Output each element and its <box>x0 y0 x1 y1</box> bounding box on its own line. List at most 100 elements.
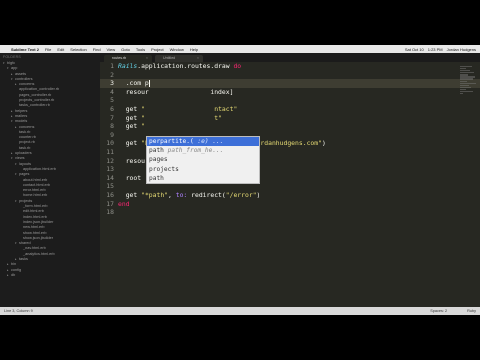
code-line[interactable]: resour index] <box>118 88 478 97</box>
line-number: 1 <box>110 62 114 70</box>
editor-tab[interactable]: Untitled × <box>155 55 203 62</box>
menu-item-edit[interactable]: Edit <box>54 47 67 52</box>
menu-item-tools[interactable]: Tools <box>133 47 148 52</box>
tree-label: assets <box>15 71 26 76</box>
completion-name: perpartite.( <box>149 138 194 145</box>
autocomplete-item[interactable]: projects <box>147 165 259 174</box>
code-line[interactable] <box>118 208 478 217</box>
tree-label: app <box>11 66 18 71</box>
tree-label: about.html.erb <box>23 177 48 182</box>
menu-item-selection[interactable]: Selection <box>67 47 89 52</box>
line-number: 18 <box>106 208 114 217</box>
code-token: resour <box>118 87 149 96</box>
code-token: get <box>118 190 142 199</box>
code-token: root <box>118 173 145 182</box>
letterbox-top <box>0 0 480 45</box>
code-line[interactable]: .com p <box>118 79 478 88</box>
line-number-gutter: 1 2 3 4 5 6 7 8 9 10 11 12 13 14 15 16 17 18 <box>100 62 114 307</box>
sidebar-folder[interactable]: ▸ db <box>0 273 100 278</box>
line-number: 8 <box>110 122 114 131</box>
tree-label: task.rb <box>19 145 31 150</box>
code-token: .application.routes.draw <box>137 62 234 70</box>
tree-label: task.rb <box>19 129 31 134</box>
tree-label: pages <box>19 172 30 177</box>
code-token: to: <box>175 190 188 199</box>
code-token: ) <box>256 190 261 199</box>
code-token: " <box>141 122 145 131</box>
minimap[interactable] <box>460 66 476 104</box>
code-token: t" <box>214 113 222 122</box>
tree-label: views <box>15 156 25 161</box>
autocomplete-item[interactable]: pages <box>147 155 259 164</box>
close-tab-icon[interactable]: × <box>197 55 199 62</box>
code-line[interactable]: get " <box>118 122 478 131</box>
tree-label: config <box>11 267 22 272</box>
menu-item-file[interactable]: File <box>42 47 54 52</box>
completion-name: path <box>149 174 164 182</box>
code-line[interactable]: get " t" <box>118 114 478 123</box>
tab-bar: routes.rb × Untitled × <box>100 53 480 62</box>
code-token: do <box>233 62 242 70</box>
autocomplete-item[interactable]: path <box>147 174 259 183</box>
tree-label: show.html.erb <box>23 230 47 235</box>
tree-label: index.html.erb <box>23 214 47 219</box>
line-number: 12 <box>106 156 114 165</box>
mac-menu-bar: Sublime Text 2 File Edit Selection Find View G… <box>0 45 480 53</box>
tree-label: concerns <box>19 124 35 129</box>
code-token: get <box>118 104 142 113</box>
code-token: get <box>118 113 142 122</box>
autocomplete-popup[interactable]: perpartite.( :e) ... path path_from_he..… <box>146 136 260 184</box>
indentation-setting[interactable]: Spaces: 2 <box>430 309 447 313</box>
code-line[interactable]: get "*path", to: redirect("/error") <box>118 191 478 200</box>
tree-label: bin <box>11 262 17 267</box>
close-tab-icon[interactable]: × <box>146 55 148 62</box>
menu-status-item[interactable]: Jordan Hudgens <box>447 47 476 52</box>
letterbox-bottom <box>0 315 480 360</box>
line-number: 7 <box>110 113 114 122</box>
tree-label: shared <box>19 241 31 246</box>
tree-label: application.html.erb <box>23 166 56 171</box>
editor-tab[interactable]: routes.rb × <box>104 55 152 62</box>
menu-bar-status: Sat Oct 10 1:23 PM Jordan Hudgens <box>405 47 480 52</box>
line-number: 13 <box>106 165 114 174</box>
completion-hint: path_from_he... <box>163 147 224 155</box>
code-editor[interactable]: 1 2 3 4 5 6 7 8 9 10 11 12 13 14 15 16 17 18 Rails.applic… <box>100 62 480 307</box>
tree-label: pages_controller.rb <box>19 92 52 97</box>
code-line[interactable] <box>118 96 478 105</box>
menu-item-sublime-text-2[interactable]: Sublime Text 2 <box>8 47 42 52</box>
tree-label: layouts <box>19 161 32 166</box>
code-line[interactable]: end <box>118 200 478 209</box>
tree-label: counter.rb <box>19 135 36 140</box>
menu-item-view[interactable]: View <box>104 47 119 52</box>
code-token: ntact" <box>214 104 238 113</box>
cursor-position: Line 3, Column 9 <box>4 309 33 313</box>
tree-label: db <box>11 272 16 277</box>
code-token: redirect( <box>187 190 226 199</box>
code-token: "*path" <box>141 190 169 199</box>
code-line[interactable] <box>118 71 478 80</box>
tree-label: helpers <box>15 108 28 113</box>
menu-item-window[interactable]: Window <box>167 47 187 52</box>
completion-name: path <box>149 147 164 155</box>
code-line[interactable]: Rails.application.routes.draw do <box>118 62 478 71</box>
code-token: end <box>118 199 130 208</box>
autocomplete-item[interactable]: path path_from_he... <box>147 146 259 155</box>
line-number: 5 <box>110 96 114 105</box>
tree-label: home.html.erb <box>23 193 48 198</box>
line-number: 11 <box>106 147 114 156</box>
tree-label: new.html.erb <box>23 225 45 230</box>
line-number: 3 <box>110 79 114 88</box>
menu-item-help[interactable]: Help <box>187 47 201 52</box>
menu-item-goto[interactable]: Goto <box>118 47 133 52</box>
text-cursor <box>148 79 150 87</box>
tree-label: index.json.jbuilder <box>23 219 54 224</box>
autocomplete-item[interactable]: perpartite.( :e) ... <box>147 137 259 147</box>
menu-item-project[interactable]: Project <box>148 47 166 52</box>
menu-item-find[interactable]: Find <box>90 47 104 52</box>
code-line[interactable]: get " ntact" <box>118 105 478 114</box>
syntax-setting[interactable]: Ruby <box>467 309 476 313</box>
menu-status-item: 1:23 PM <box>427 46 443 52</box>
